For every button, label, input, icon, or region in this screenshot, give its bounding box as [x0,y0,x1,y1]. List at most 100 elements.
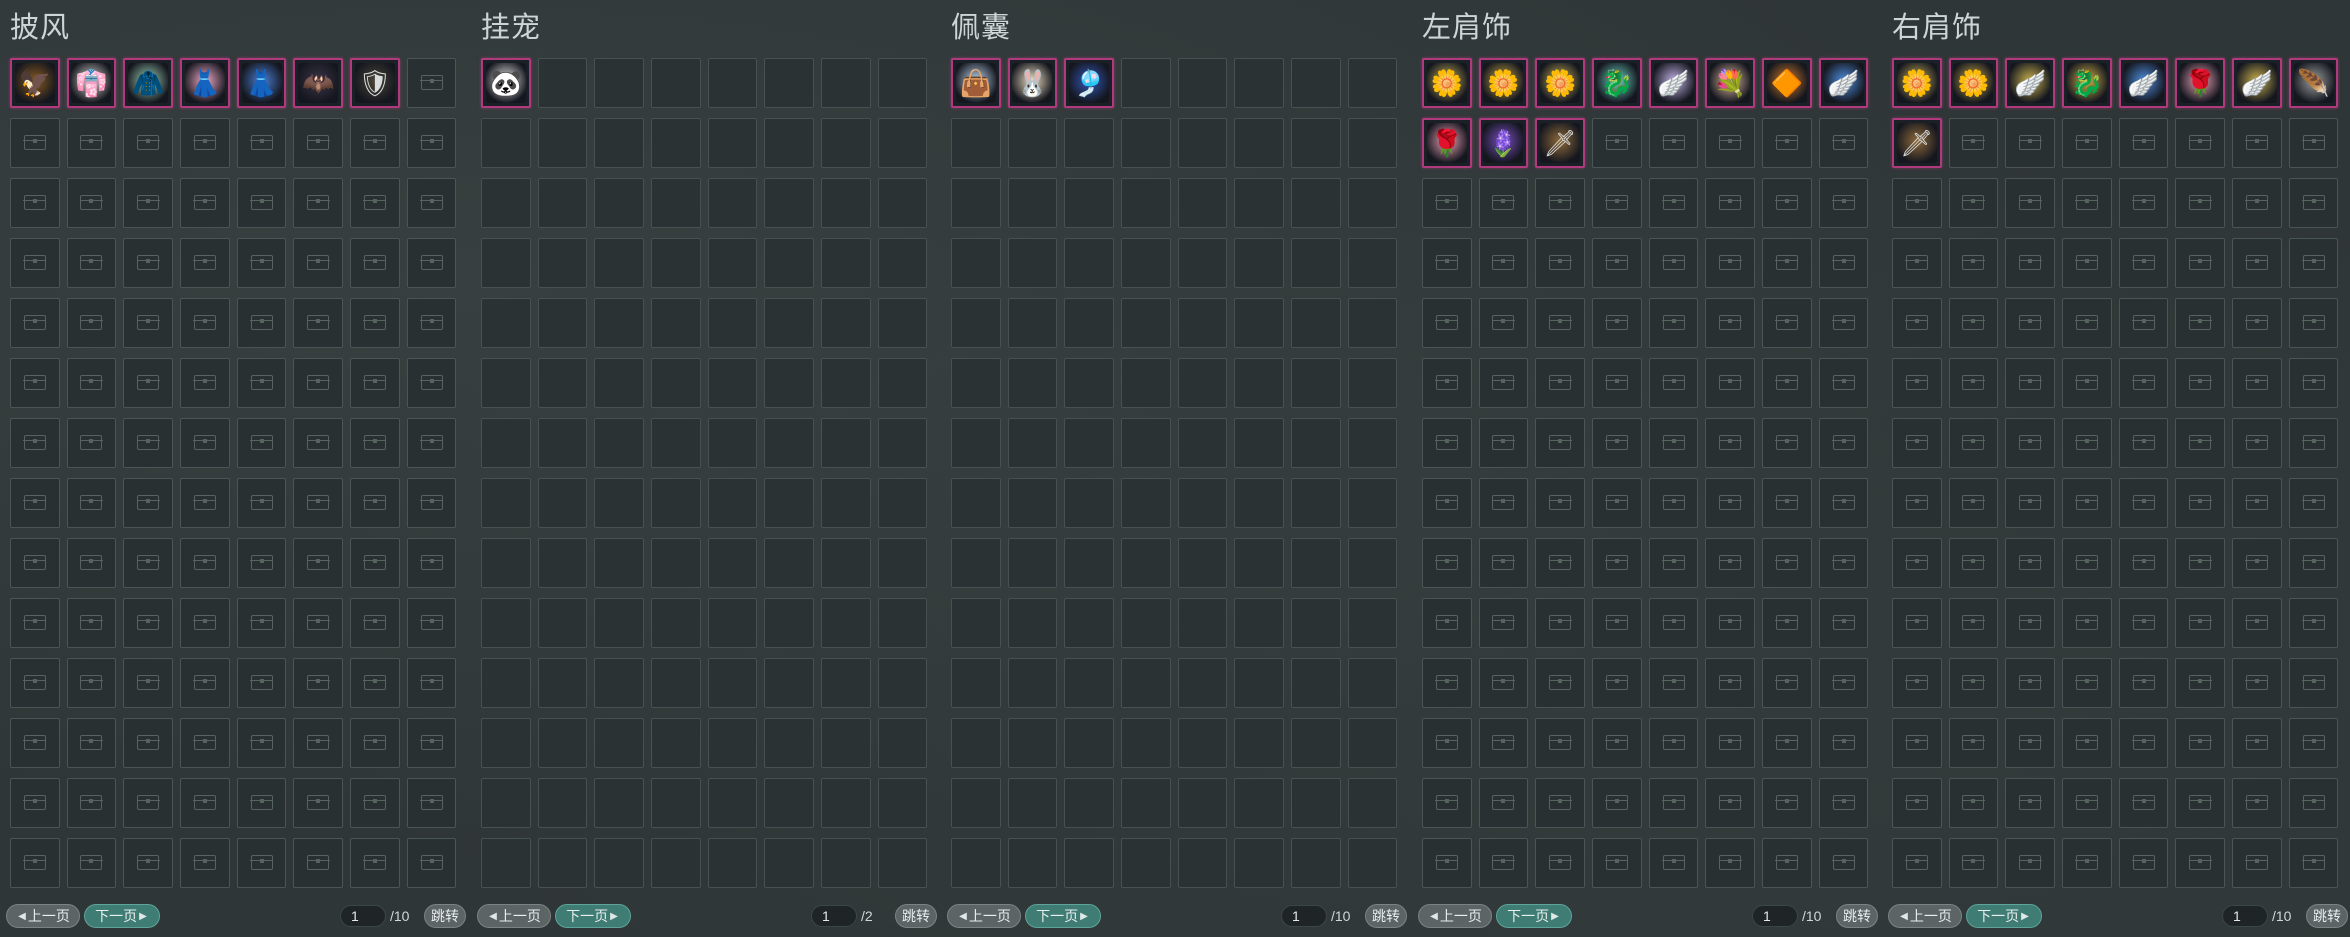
empty-slot[interactable] [821,838,871,888]
empty-slot[interactable] [2118,298,2169,348]
empty-slot[interactable] [2118,658,2169,708]
empty-slot[interactable] [236,358,287,408]
empty-slot[interactable] [2005,838,2055,888]
empty-slot[interactable] [1892,478,1942,528]
item-slot[interactable]: 🐼 [481,58,531,108]
item-slot[interactable]: 🐉 [2062,58,2112,108]
empty-slot[interactable] [537,238,588,288]
empty-slot[interactable] [66,178,117,228]
empty-slot[interactable] [1948,718,1999,768]
empty-slot[interactable] [1535,178,1585,228]
empty-slot[interactable] [66,358,117,408]
empty-slot[interactable] [1007,358,1058,408]
jump-button[interactable]: 跳转 [895,904,937,928]
item-slot[interactable]: 🐰 [1007,58,1058,108]
empty-slot[interactable] [1422,478,1472,528]
empty-slot[interactable] [2005,778,2055,828]
empty-slot[interactable] [66,598,117,648]
empty-slot[interactable] [406,598,457,648]
empty-slot[interactable] [2232,478,2282,528]
empty-slot[interactable] [1007,718,1058,768]
empty-slot[interactable] [1064,238,1114,288]
empty-slot[interactable] [1291,838,1341,888]
empty-slot[interactable] [1064,838,1114,888]
empty-slot[interactable] [2232,718,2282,768]
empty-slot[interactable] [594,778,644,828]
empty-slot[interactable] [1705,478,1755,528]
empty-slot[interactable] [1592,418,1642,468]
empty-slot[interactable] [1948,118,1999,168]
empty-slot[interactable] [1177,838,1228,888]
empty-slot[interactable] [1007,478,1058,528]
empty-slot[interactable] [1177,418,1228,468]
item-slot[interactable]: 🪶 [2288,58,2339,108]
empty-slot[interactable] [2118,238,2169,288]
empty-slot[interactable] [1347,238,1398,288]
empty-slot[interactable] [1818,598,1869,648]
empty-slot[interactable] [1422,838,1472,888]
empty-slot[interactable] [2005,478,2055,528]
empty-slot[interactable] [821,118,871,168]
empty-slot[interactable] [764,358,814,408]
empty-slot[interactable] [1948,358,1999,408]
empty-slot[interactable] [1347,838,1398,888]
empty-slot[interactable] [180,658,230,708]
empty-slot[interactable] [10,178,60,228]
empty-slot[interactable] [1234,358,1284,408]
empty-slot[interactable] [66,298,117,348]
empty-slot[interactable] [180,598,230,648]
empty-slot[interactable] [236,598,287,648]
empty-slot[interactable] [2175,478,2225,528]
empty-slot[interactable] [877,118,928,168]
empty-slot[interactable] [707,418,758,468]
empty-slot[interactable] [2288,838,2339,888]
item-slot[interactable]: 💐 [1705,58,1755,108]
empty-slot[interactable] [1535,418,1585,468]
empty-slot[interactable] [1234,118,1284,168]
empty-slot[interactable] [2232,658,2282,708]
empty-slot[interactable] [406,778,457,828]
empty-slot[interactable] [2062,538,2112,588]
empty-slot[interactable] [2118,838,2169,888]
empty-slot[interactable] [2062,238,2112,288]
empty-slot[interactable] [877,538,928,588]
empty-slot[interactable] [1592,538,1642,588]
empty-slot[interactable] [651,538,701,588]
empty-slot[interactable] [537,658,588,708]
empty-slot[interactable] [707,838,758,888]
empty-slot[interactable] [594,238,644,288]
empty-slot[interactable] [1648,838,1699,888]
empty-slot[interactable] [1291,298,1341,348]
empty-slot[interactable] [1535,298,1585,348]
empty-slot[interactable] [2288,538,2339,588]
empty-slot[interactable] [1705,598,1755,648]
empty-slot[interactable] [293,718,343,768]
empty-slot[interactable] [1892,358,1942,408]
empty-slot[interactable] [707,538,758,588]
empty-slot[interactable] [180,538,230,588]
empty-slot[interactable] [481,118,531,168]
empty-slot[interactable] [1762,178,1812,228]
empty-slot[interactable] [2175,358,2225,408]
empty-slot[interactable] [1064,778,1114,828]
empty-slot[interactable] [1648,358,1699,408]
empty-slot[interactable] [406,358,457,408]
empty-slot[interactable] [651,178,701,228]
empty-slot[interactable] [10,358,60,408]
empty-slot[interactable] [350,778,400,828]
empty-slot[interactable] [707,598,758,648]
empty-slot[interactable] [1892,658,1942,708]
empty-slot[interactable] [1234,178,1284,228]
empty-slot[interactable] [1422,538,1472,588]
empty-slot[interactable] [481,298,531,348]
empty-slot[interactable] [481,658,531,708]
empty-slot[interactable] [707,178,758,228]
empty-slot[interactable] [707,778,758,828]
empty-slot[interactable] [66,478,117,528]
empty-slot[interactable] [1121,658,1171,708]
empty-slot[interactable] [1648,478,1699,528]
empty-slot[interactable] [10,718,60,768]
empty-slot[interactable] [1648,418,1699,468]
empty-slot[interactable] [1948,178,1999,228]
empty-slot[interactable] [1121,358,1171,408]
